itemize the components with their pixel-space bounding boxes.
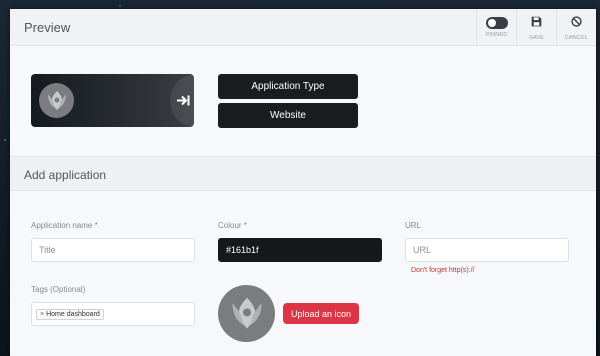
cancel-icon: [571, 14, 582, 32]
section-title: Add application: [24, 168, 107, 182]
url-hint: Don't forget http(s)://: [411, 267, 475, 274]
preview-panel: Preview PINNED SAVE CANCEL Application T…: [10, 9, 596, 356]
colour-label: Colour *: [218, 221, 247, 230]
page-title: Preview: [24, 20, 71, 35]
application-type-button[interactable]: Application Type: [218, 74, 358, 99]
app-logo-icon: [39, 83, 74, 118]
remove-tag-icon[interactable]: ×: [40, 311, 44, 318]
url-input[interactable]: URL: [405, 238, 569, 262]
add-application-section: Add application: [10, 156, 596, 191]
website-button[interactable]: Website: [218, 103, 358, 128]
save-label: SAVE: [528, 35, 545, 41]
cancel-button[interactable]: CANCEL: [556, 9, 596, 46]
colour-input[interactable]: #161b1f: [218, 238, 382, 262]
save-icon: [531, 14, 542, 32]
cancel-label: CANCEL: [564, 35, 589, 41]
icon-preview-avatar: [218, 285, 275, 342]
toggle-icon: [485, 17, 508, 29]
app-preview-card[interactable]: [31, 74, 194, 127]
panel-header: Preview PINNED SAVE CANCEL: [10, 9, 596, 46]
tag-chip[interactable]: × Home dashboard: [36, 308, 104, 320]
save-button[interactable]: SAVE: [516, 9, 556, 46]
url-label: URL: [405, 221, 422, 230]
upload-icon-button[interactable]: Upload an icon: [283, 303, 359, 324]
tags-input[interactable]: × Home dashboard: [31, 302, 195, 326]
tags-label: Tags (Optional): [31, 285, 86, 294]
app-name-input[interactable]: Title: [31, 238, 195, 262]
pinned-label: PINNED: [485, 32, 508, 38]
open-arrow-icon[interactable]: [170, 74, 194, 127]
pinned-toggle-button[interactable]: PINNED: [476, 9, 516, 46]
app-name-label: Application name *: [31, 221, 98, 230]
tag-label: Home dashboard: [46, 310, 100, 318]
